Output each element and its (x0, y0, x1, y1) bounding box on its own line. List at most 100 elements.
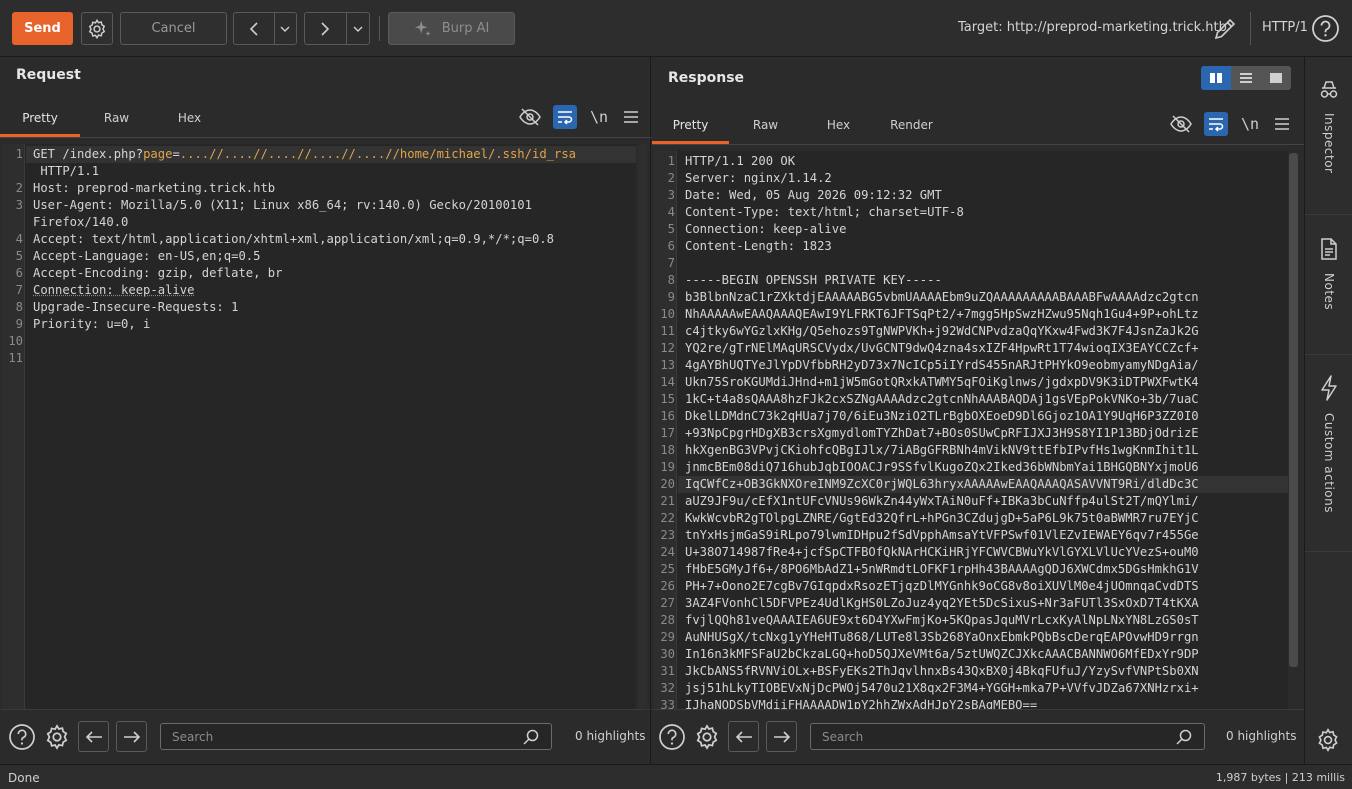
newline-icon: \n (590, 108, 608, 126)
query-param-value: ....//....//....//....//....//home/micha… (180, 147, 576, 161)
toolbar-divider (1250, 12, 1251, 45)
line-number: 5 (654, 221, 675, 238)
line-number: 6 (2, 265, 23, 282)
top-toolbar: Send Cancel Burp AI Target: http://prepr… (0, 0, 1352, 57)
code-line: GET /index.php?page=....//....//....//..… (33, 146, 576, 163)
sidebar-settings-button[interactable] (1315, 727, 1341, 753)
help-button[interactable] (1311, 14, 1340, 43)
line-number: 20 (654, 476, 675, 493)
send-button[interactable]: Send (12, 12, 73, 45)
previous-match-button[interactable] (728, 721, 759, 752)
layout-stacked-button[interactable] (1231, 66, 1261, 90)
code-line: Firefox/140.0 (33, 214, 128, 231)
sidebar-item-inspector[interactable]: Inspector (1305, 57, 1352, 215)
arrow-left-icon (735, 730, 753, 744)
hide-nonprintable-button[interactable] (518, 105, 542, 129)
layout-side-by-side-button[interactable] (1201, 66, 1231, 90)
code-line: Ukn75SroKGUMdiJHnd+m1jW5mGotQRxkATWMY5qF… (685, 374, 1199, 391)
line-number: 33 (654, 697, 675, 709)
code-line: 3AZ4FVonhCl5DFVPEz4UdlKgHS0LZoJuz4yq2YEt… (685, 595, 1199, 612)
tab-divider (652, 144, 1304, 145)
response-scrollbar-thumb[interactable] (1289, 153, 1298, 667)
code-line: c4jtky6wYGzlxKHg/Q5ehozs9TgNWPVKh+j92WdC… (685, 323, 1199, 340)
search-input[interactable] (161, 724, 551, 749)
code-line: IJhaNODSbVMdiiFHAAAADW1pY2hhZWxAdHJpY2sB… (685, 697, 1037, 709)
chevron-down-icon (280, 25, 290, 33)
tab-render[interactable]: Render (875, 106, 948, 144)
line-number: 4 (2, 231, 23, 248)
cancel-button[interactable]: Cancel (120, 12, 227, 45)
search-icon (523, 729, 539, 745)
settings-button[interactable] (81, 12, 113, 45)
show-newlines-button[interactable]: \n (587, 105, 611, 129)
back-history-dropdown[interactable] (274, 13, 296, 44)
sidebar-item-notes[interactable]: Notes (1305, 215, 1352, 355)
search-field[interactable] (810, 723, 1205, 750)
code-line: Upgrade-Insecure-Requests: 1 (33, 299, 238, 316)
tab-pretty[interactable]: Pretty (0, 99, 80, 137)
line-number: 13 (654, 357, 675, 374)
word-wrap-toggle[interactable] (1204, 112, 1228, 136)
code-line: HTTP/1.1 200 OK (685, 153, 795, 170)
layout-tabbed-button[interactable] (1261, 66, 1291, 90)
single-pane-icon (1269, 72, 1283, 84)
status-bar: Done 1,987 bytes | 213 millis (0, 764, 1352, 789)
editor-menu-button[interactable] (619, 105, 643, 129)
tab-hex[interactable]: Hex (802, 106, 875, 144)
hamburger-menu-icon (623, 110, 639, 124)
editor-menu-button[interactable] (1270, 112, 1294, 136)
chevron-left-icon (248, 21, 260, 37)
code-line: Connection: keep-alive (685, 221, 846, 238)
target-label: Target: http://preprod-marketing.trick.h… (958, 20, 1227, 35)
hide-nonprintable-button[interactable] (1169, 112, 1193, 136)
line-number: 11 (654, 323, 675, 340)
search-icon (1176, 729, 1192, 745)
line-number: 14 (654, 374, 675, 391)
http-version-selector[interactable]: HTTP/1 (1262, 20, 1308, 35)
code-line: tnYxHsjmGaS9iRLpo79lwmIDHpu2fSdVpphAmsaY… (685, 527, 1199, 544)
help-icon (658, 723, 686, 751)
back-button[interactable] (234, 13, 274, 44)
code-line: DkelLDMdnC73k2qHUa7j70/6iEu3NziO2TLrBgbO… (685, 408, 1199, 425)
code-line: fHbE5GMyJf6+/8PO6MbAdZ1+5nWRmdtLOFKF1rpH… (685, 561, 1199, 578)
tab-hex[interactable]: Hex (153, 99, 226, 137)
response-editor[interactable]: 1 HTTP/1.1 200 OK 2 Server: nginx/1.14.2 3 Da… (654, 151, 1288, 709)
tab-raw[interactable]: Raw (80, 99, 153, 137)
code-line: AuNHUSgX/tcNxg1yYHeHTu868/LUTe8l3Sb268Ya… (685, 629, 1199, 646)
request-scroll-track[interactable] (638, 144, 647, 709)
help-icon (8, 723, 36, 751)
request-editor[interactable]: 1 GET /index.php?page=....//....//....//.… (2, 144, 636, 709)
forward-button[interactable] (305, 13, 346, 44)
help-button[interactable] (8, 723, 36, 751)
tab-pretty[interactable]: Pretty (652, 106, 729, 144)
line-number: 6 (654, 238, 675, 255)
http-method: GET (33, 147, 62, 161)
previous-match-button[interactable] (78, 721, 109, 752)
help-button[interactable] (658, 723, 686, 751)
show-newlines-button[interactable]: \n (1238, 112, 1262, 136)
edit-target-button[interactable] (1210, 14, 1240, 44)
sidebar-item-custom-actions[interactable]: Custom actions (1305, 355, 1352, 552)
search-settings-button[interactable] (43, 723, 71, 751)
gear-icon (86, 18, 108, 40)
code-line: U+38O714987fRe4+jcfSpCTFBOfQkNArHCKiHRjY… (685, 544, 1199, 561)
eye-slash-icon (1170, 115, 1192, 133)
code-line: YQ2re/gTrNElMAqURSCVydx/UvGCNT9dwQ4zna4s… (685, 340, 1199, 357)
forward-history-dropdown[interactable] (346, 13, 369, 44)
code-line: Priority: u=0, i (33, 316, 150, 333)
response-panel: Response Pretty Raw Hex Render \n 1 HTTP/… (652, 57, 1304, 764)
next-match-button[interactable] (766, 721, 797, 752)
next-match-button[interactable] (116, 721, 147, 752)
layout-toggle (1201, 66, 1291, 90)
history-forward-group (304, 12, 370, 45)
wrap-icon (556, 109, 574, 125)
search-settings-button[interactable] (693, 723, 721, 751)
tab-raw[interactable]: Raw (729, 106, 802, 144)
word-wrap-toggle[interactable] (553, 105, 577, 129)
chevron-down-icon (353, 25, 363, 33)
right-sidebar: Inspector Notes Custom actions (1304, 57, 1352, 764)
search-input[interactable] (811, 724, 1204, 749)
code-line: hkXgenBG3VPvjCKiohfcQBgIJlx/7iABgGFRBNh4… (685, 442, 1199, 459)
burp-ai-button[interactable]: Burp AI (388, 12, 515, 45)
search-field[interactable] (160, 723, 552, 750)
